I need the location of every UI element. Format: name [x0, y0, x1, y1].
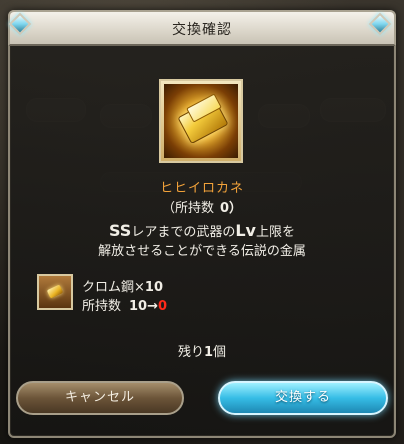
cost-owned-label: 所持数	[82, 299, 122, 314]
dialog-title: 交換確認	[172, 22, 232, 38]
cost-item-quantity: 10	[144, 280, 163, 295]
cancel-button[interactable]: キャンセル	[16, 381, 184, 415]
description-suffix: 上限を	[255, 225, 295, 240]
cost-owned-to: 0	[158, 299, 168, 314]
item-image-frame	[159, 79, 243, 163]
exchange-button[interactable]: 交換する	[218, 381, 388, 415]
item-owned-label: （所持数	[161, 201, 214, 216]
cost-owned-from: 10→	[129, 299, 158, 314]
description-line-2: 解放させることができる伝説の金属	[98, 244, 306, 259]
chrome-steel-icon	[46, 284, 64, 299]
description-line-1: SSレアまでの武器のLv上限を	[0, 221, 404, 242]
cost-item-frame	[37, 274, 73, 310]
remaining-label: 残り	[177, 345, 204, 360]
item-owned-value: 0）	[219, 201, 243, 216]
dialog-title-bar: 交換確認	[8, 10, 396, 46]
remaining-value: 1	[203, 345, 214, 360]
item-name: ヒヒイロカネ	[159, 181, 244, 196]
cost-owned-line: 所持数 10→0	[82, 295, 167, 314]
description-mid: レアまでの武器の	[131, 225, 236, 240]
cost-item-name: クロム鋼×	[82, 280, 145, 295]
item-description: SSレアまでの武器のLv上限を 解放させることができる伝説の金属	[0, 221, 404, 261]
remaining-unit: 個	[213, 345, 227, 360]
cost-item-label: クロム鋼×10	[82, 276, 163, 295]
description-lv: Lv	[235, 221, 256, 240]
gold-ingot-icon	[164, 84, 238, 158]
description-rarity: SS	[109, 221, 132, 240]
remaining-count: 残り1個	[0, 341, 404, 360]
item-owned-count: （所持数 0）	[0, 197, 404, 216]
